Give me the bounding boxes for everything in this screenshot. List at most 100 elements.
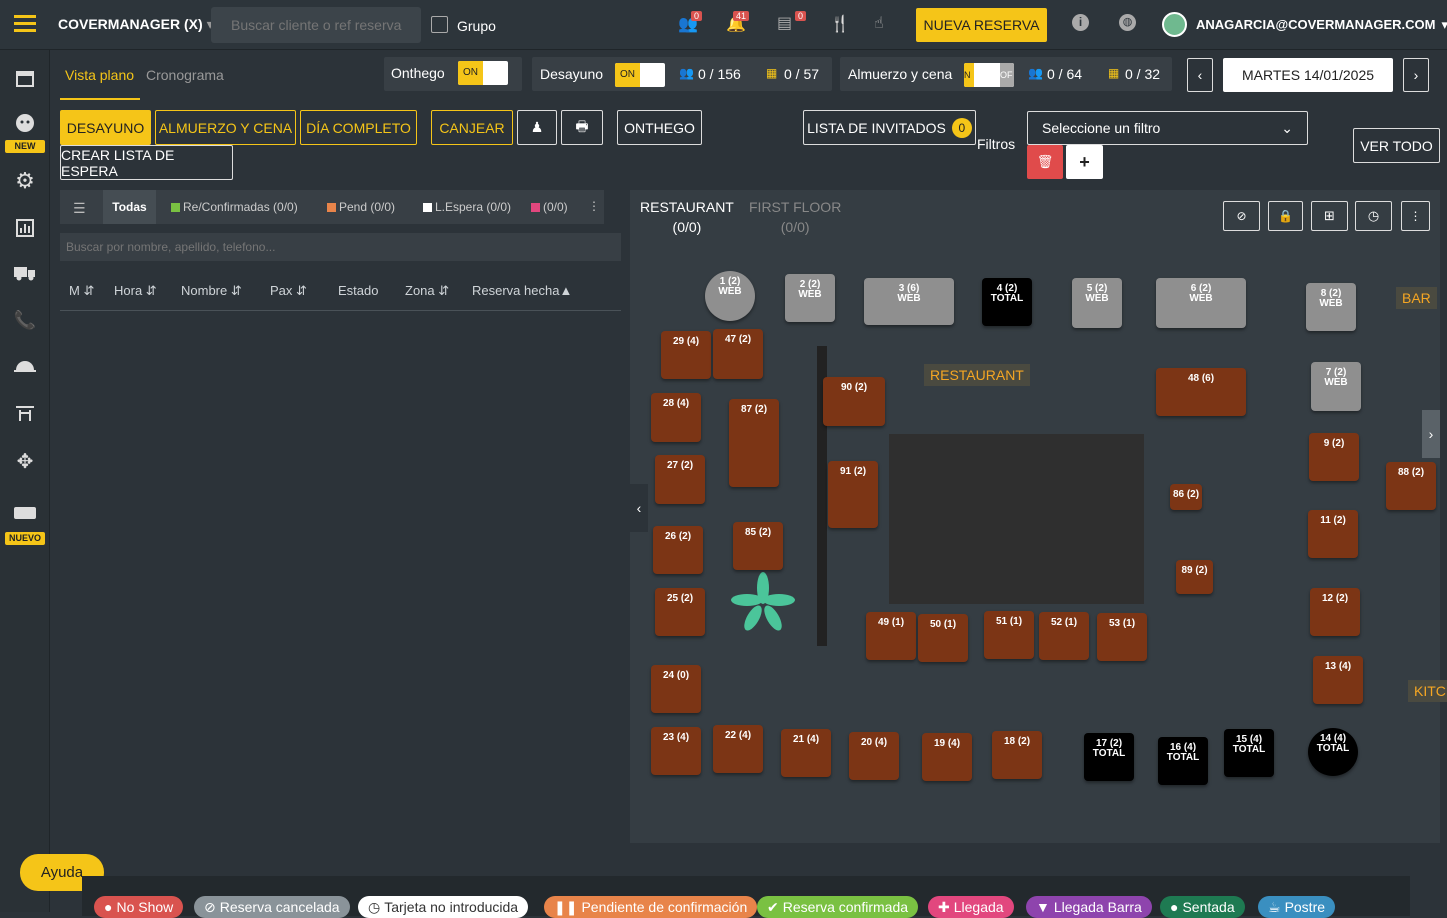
check-tool-button[interactable]: ⊘: [1223, 201, 1260, 231]
new-reservation-button[interactable]: NUEVA RESERVA: [916, 8, 1047, 42]
table[interactable]: 49 (1): [866, 612, 916, 660]
table[interactable]: 22 (4): [713, 725, 763, 773]
filter-pend[interactable]: Pend (0/0): [327, 200, 395, 214]
table[interactable]: 18 (2): [992, 731, 1042, 779]
guest-list-button[interactable]: LISTA DE INVITADOS 0: [803, 110, 976, 145]
gate-icon[interactable]: [12, 400, 38, 426]
table[interactable]: 7 (2) WEB: [1311, 362, 1361, 411]
table[interactable]: 47 (2): [713, 329, 763, 379]
phone-icon[interactable]: 📞: [12, 307, 38, 333]
table[interactable]: 3 (6) WEB: [864, 278, 954, 325]
table[interactable]: 85 (2): [733, 522, 783, 570]
more-icon[interactable]: ⋮: [588, 199, 600, 213]
table[interactable]: 88 (2): [1386, 462, 1436, 510]
canjear-button[interactable]: CANJEAR: [431, 110, 513, 145]
almuerzo-button[interactable]: ALMUERZO Y CENA: [155, 110, 296, 145]
ver-todo-button[interactable]: VER TODO: [1353, 128, 1440, 163]
table[interactable]: 26 (2): [653, 526, 703, 574]
table[interactable]: 28 (4): [651, 393, 701, 442]
table[interactable]: 51 (1): [984, 611, 1034, 659]
tab-cronograma[interactable]: Cronograma: [146, 67, 224, 83]
collapse-panel-button[interactable]: ‹: [630, 484, 648, 532]
group-checkbox[interactable]: [431, 16, 448, 33]
stats-icon[interactable]: [12, 215, 38, 241]
onthego-button[interactable]: ONTHEGO: [617, 110, 702, 145]
pawn-button[interactable]: ♟: [517, 110, 557, 145]
cloche-icon[interactable]: [12, 353, 38, 379]
table[interactable]: 15 (4) TOTAL: [1224, 729, 1274, 777]
zone-tab-first-floor[interactable]: FIRST FLOOR (0/0): [749, 197, 841, 237]
bot-icon[interactable]: [12, 110, 38, 136]
table[interactable]: 2 (2) WEB: [785, 274, 835, 322]
globe-icon[interactable]: ◍: [1119, 14, 1136, 31]
gear-icon[interactable]: ⚙: [12, 168, 38, 194]
desayuno-button[interactable]: DESAYUNO: [60, 110, 151, 145]
table[interactable]: 89 (2): [1176, 560, 1213, 594]
filter-todas[interactable]: Todas: [103, 190, 156, 224]
table[interactable]: 13 (4): [1313, 656, 1363, 704]
delete-filter-button[interactable]: 🗑: [1027, 145, 1063, 179]
table[interactable]: 24 (0): [651, 665, 701, 713]
almuerzo-toggle[interactable]: N OF: [964, 63, 1014, 87]
cutlery-icon[interactable]: 🍴: [830, 14, 850, 34]
col-pax[interactable]: Pax ⇵: [270, 283, 307, 299]
dia-completo-button[interactable]: DÍA COMPLETO: [300, 110, 417, 145]
col-zona[interactable]: Zona ⇵: [405, 283, 449, 299]
table[interactable]: 6 (2) WEB: [1156, 278, 1246, 328]
col-reserva-hecha[interactable]: Reserva hecha▲: [472, 283, 572, 298]
table[interactable]: 1 (2) WEB: [705, 271, 755, 321]
filter-confirmadas[interactable]: Re/Confirmadas (0/0): [171, 200, 298, 214]
zone-tab-restaurant[interactable]: RESTAURANT (0/0): [640, 197, 734, 237]
col-m[interactable]: M ⇵: [69, 283, 94, 299]
search-input[interactable]: [211, 7, 421, 43]
truck-icon[interactable]: [12, 260, 38, 286]
list-toggle-icon[interactable]: ☰: [73, 200, 89, 217]
add-filter-button[interactable]: +: [1066, 145, 1103, 179]
table[interactable]: 5 (2) WEB: [1072, 278, 1122, 328]
onthego-toggle[interactable]: ON: [458, 61, 508, 85]
table[interactable]: 53 (1): [1097, 613, 1147, 661]
puzzle-icon[interactable]: ✥: [12, 448, 38, 474]
filter-espera[interactable]: L.Espera (0/0): [423, 200, 511, 214]
ticket-icon[interactable]: [12, 500, 38, 526]
clock-tool-button[interactable]: ◷: [1355, 201, 1392, 231]
waitlist-button[interactable]: CREAR LISTA DE ESPERA: [60, 145, 233, 180]
desayuno-toggle[interactable]: ON: [615, 63, 665, 87]
table[interactable]: 12 (2): [1310, 588, 1360, 636]
filter-select[interactable]: Seleccione un filtro ⌄: [1027, 111, 1308, 145]
restaurant-selector[interactable]: COVERMANAGER (X) ▾: [58, 16, 214, 33]
tab-vista-plano[interactable]: Vista plano: [65, 67, 134, 83]
next-date-button[interactable]: ›: [1403, 58, 1429, 92]
filter-otro[interactable]: (0/0): [531, 200, 568, 214]
table[interactable]: 16 (4) TOTAL: [1158, 737, 1208, 785]
table[interactable]: 86 (2): [1170, 484, 1202, 510]
menu-icon[interactable]: [14, 15, 36, 33]
expand-panel-button[interactable]: ›: [1422, 410, 1440, 458]
table[interactable]: 4 (2) TOTAL: [982, 278, 1032, 326]
table[interactable]: 21 (4): [781, 729, 831, 777]
table[interactable]: 27 (2): [655, 455, 705, 504]
col-nombre[interactable]: Nombre ⇵: [181, 283, 242, 299]
prev-date-button[interactable]: ‹: [1187, 58, 1213, 92]
table[interactable]: 29 (4): [661, 331, 711, 379]
table[interactable]: 11 (2): [1308, 510, 1358, 558]
table[interactable]: 8 (2) WEB: [1306, 283, 1356, 331]
table[interactable]: 87 (2): [729, 399, 779, 487]
col-estado[interactable]: Estado: [338, 283, 378, 298]
date-display[interactable]: MARTES 14/01/2025: [1223, 58, 1393, 92]
table[interactable]: 19 (4): [922, 733, 972, 781]
table[interactable]: 91 (2): [828, 461, 878, 528]
lock-tool-button[interactable]: 🔒: [1268, 201, 1303, 231]
list-icon[interactable]: ▤: [777, 13, 792, 33]
table[interactable]: 9 (2): [1309, 433, 1359, 481]
table[interactable]: 48 (6): [1156, 368, 1246, 416]
table[interactable]: 25 (2): [655, 588, 705, 636]
col-hora[interactable]: Hora ⇵: [114, 283, 157, 299]
print-button[interactable]: 🖶: [561, 110, 603, 145]
info-icon[interactable]: i: [1072, 14, 1089, 31]
table[interactable]: 23 (4): [651, 727, 701, 775]
calendar-icon[interactable]: [12, 65, 38, 91]
more-tool-button[interactable]: ⋮: [1401, 201, 1430, 231]
avatar[interactable]: [1162, 12, 1187, 37]
table[interactable]: 14 (4) TOTAL: [1308, 728, 1358, 776]
